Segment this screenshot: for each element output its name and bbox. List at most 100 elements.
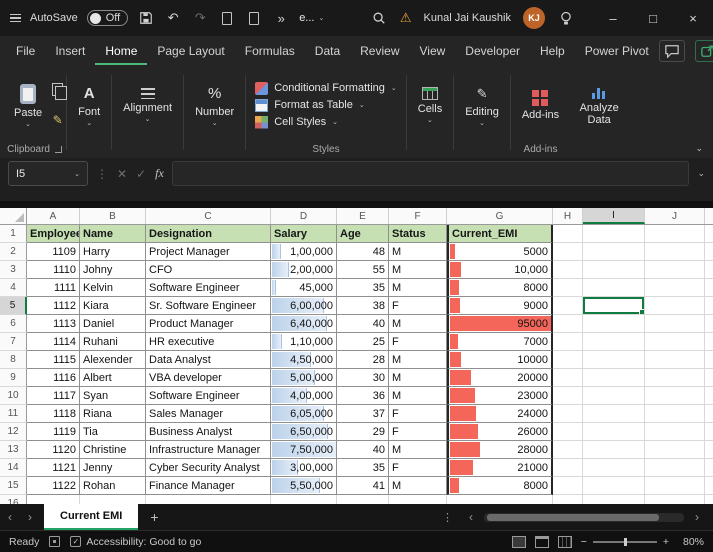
menu-page-layout[interactable]: Page Layout (147, 37, 234, 65)
cell-J12[interactable] (645, 423, 705, 441)
cell-F3[interactable]: M (389, 261, 447, 279)
cell-I8[interactable] (583, 351, 645, 369)
row-header-16[interactable]: 16 (0, 495, 27, 504)
cell-I13[interactable] (583, 441, 645, 459)
cell-G16[interactable] (447, 495, 553, 504)
cell-J13[interactable] (645, 441, 705, 459)
cell-B7[interactable]: Ruhani (80, 333, 146, 351)
next-sheet-arrow[interactable]: › (20, 510, 40, 524)
cell-A5[interactable]: 1112 (27, 297, 80, 315)
cell-F7[interactable]: F (389, 333, 447, 351)
cell-D3[interactable]: 2,00,000 (271, 261, 337, 279)
cell-F5[interactable]: F (389, 297, 447, 315)
cells-button[interactable]: Cells ⌄ (410, 85, 450, 125)
cell-E10[interactable]: 36 (337, 387, 389, 405)
cell-H11[interactable] (553, 405, 583, 423)
select-all-corner[interactable] (0, 208, 27, 224)
cell-D7[interactable]: 1,10,000 (271, 333, 337, 351)
cell-D10[interactable]: 4,00,000 (271, 387, 337, 405)
editing-button[interactable]: ✎ Editing ⌄ (457, 83, 507, 128)
horizontal-scrollbar[interactable] (484, 512, 684, 522)
cancel-entry-icon[interactable]: ✕ (117, 167, 127, 181)
cell-B9[interactable]: Albert (80, 369, 146, 387)
share-button[interactable] (694, 40, 713, 62)
alert-icon[interactable]: ⚠ (400, 10, 412, 26)
cell-B14[interactable]: Jenny (80, 459, 146, 477)
row-header-12[interactable]: 12 (0, 423, 27, 441)
cell-A15[interactable]: 1122 (27, 477, 80, 495)
zoom-level[interactable]: 80% (678, 536, 704, 548)
cell-I1[interactable] (583, 225, 645, 243)
cell-J5[interactable] (645, 297, 705, 315)
row-header-14[interactable]: 14 (0, 459, 27, 477)
cell-A9[interactable]: 1116 (27, 369, 80, 387)
scroll-right-arrow[interactable]: › (687, 510, 707, 524)
add-ins-button[interactable]: Add-ins (514, 88, 567, 123)
cell-B1[interactable]: Name (80, 225, 146, 243)
cell-I12[interactable] (583, 423, 645, 441)
sheet-tab-current-emi[interactable]: Current EMI (44, 504, 139, 530)
cell-D6[interactable]: 6,40,000 (271, 315, 337, 333)
zoom-in-icon[interactable]: + (663, 536, 669, 548)
cell-J11[interactable] (645, 405, 705, 423)
cell-G3[interactable]: 10,000 (447, 261, 553, 279)
zoom-slider-knob[interactable] (623, 537, 627, 546)
cell-E14[interactable]: 35 (337, 459, 389, 477)
menu-file[interactable]: File (6, 37, 45, 65)
cell-D1[interactable]: Salary (271, 225, 337, 243)
new-document-icon[interactable] (245, 8, 263, 28)
tabbar-dots-icon[interactable]: ⋮ (434, 511, 461, 524)
cell-B6[interactable]: Daniel (80, 315, 146, 333)
cell-B13[interactable]: Christine (80, 441, 146, 459)
cell-E2[interactable]: 48 (337, 243, 389, 261)
cell-C2[interactable]: Project Manager (146, 243, 271, 261)
cell-I15[interactable] (583, 477, 645, 495)
menu-power-pivot[interactable]: Power Pivot (575, 37, 659, 65)
column-header-D[interactable]: D (271, 208, 337, 224)
maximize-button[interactable]: □ (633, 0, 673, 36)
cell-F13[interactable]: M (389, 441, 447, 459)
cell-H14[interactable] (553, 459, 583, 477)
copy-button[interactable] (52, 83, 68, 101)
format-as-table-button[interactable]: Format as Table ⌄ (255, 98, 365, 112)
cell-D5[interactable]: 6,00,000 (271, 297, 337, 315)
cell-I3[interactable] (583, 261, 645, 279)
undo-icon[interactable]: ↶ (164, 8, 182, 28)
cell-styles-button[interactable]: Cell Styles ⌄ (255, 115, 338, 129)
cell-B4[interactable]: Kelvin (80, 279, 146, 297)
cell-B16[interactable] (80, 495, 146, 504)
workbook-name-menu[interactable]: e... ⌄ (299, 12, 324, 24)
cell-J6[interactable] (645, 315, 705, 333)
cell-E8[interactable]: 28 (337, 351, 389, 369)
cell-B12[interactable]: Tia (80, 423, 146, 441)
cell-A2[interactable]: 1109 (27, 243, 80, 261)
cell-A12[interactable]: 1119 (27, 423, 80, 441)
menu-help[interactable]: Help (530, 37, 575, 65)
cell-H16[interactable] (553, 495, 583, 504)
cell-B10[interactable]: Syan (80, 387, 146, 405)
cell-A11[interactable]: 1118 (27, 405, 80, 423)
menu-insert[interactable]: Insert (45, 37, 95, 65)
cell-I9[interactable] (583, 369, 645, 387)
expand-formula-bar-chevron[interactable]: ⌄ (697, 168, 705, 179)
cell-C4[interactable]: Software Engineer (146, 279, 271, 297)
column-header-J[interactable]: J (645, 208, 705, 224)
redo-icon[interactable]: ↷ (191, 8, 209, 28)
avatar[interactable]: KJ (523, 7, 545, 29)
cell-G12[interactable]: 26000 (447, 423, 553, 441)
cell-F4[interactable]: M (389, 279, 447, 297)
font-button[interactable]: A Font ⌄ (70, 83, 108, 128)
cell-D13[interactable]: 7,50,000 (271, 441, 337, 459)
comments-button[interactable] (658, 40, 685, 62)
cell-G5[interactable]: 9000 (447, 297, 553, 315)
cell-F16[interactable] (389, 495, 447, 504)
menu-review[interactable]: Review (350, 37, 409, 65)
cell-H12[interactable] (553, 423, 583, 441)
insert-function-icon[interactable]: fx (155, 166, 164, 181)
cell-J3[interactable] (645, 261, 705, 279)
normal-view-icon[interactable] (511, 535, 526, 548)
cell-C3[interactable]: CFO (146, 261, 271, 279)
cell-F11[interactable]: F (389, 405, 447, 423)
page-break-view-icon[interactable] (557, 535, 572, 548)
row-header-9[interactable]: 9 (0, 369, 27, 387)
